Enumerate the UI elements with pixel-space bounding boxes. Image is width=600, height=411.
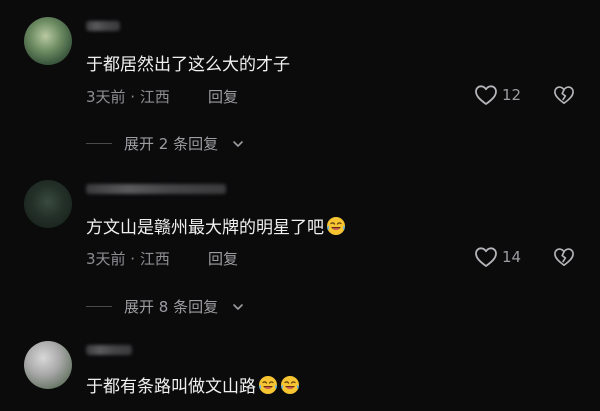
divider-line — [86, 306, 112, 307]
expand-replies-button[interactable]: 展开 8 条回复 — [86, 296, 244, 317]
laughing-tears-emoji — [326, 216, 346, 236]
avatar[interactable] — [24, 341, 72, 389]
laughing-tears-emoji — [258, 375, 278, 395]
comment-text: 方文山是赣州最大牌的明星了吧 — [86, 213, 346, 238]
comment-text: 于都居然出了这么大的才子 — [86, 55, 290, 75]
expand-label: 展开 8 条回复 — [124, 298, 219, 316]
heart-outline-icon — [474, 246, 498, 268]
chevron-down-icon — [232, 138, 244, 150]
like-button[interactable]: 14 — [474, 246, 521, 268]
broken-heart-icon[interactable] — [553, 247, 575, 267]
avatar[interactable] — [24, 180, 72, 228]
comment-text: 于都有条路叫做文山路 — [86, 372, 300, 397]
comment-meta: 3天前 · 江西 — [86, 250, 170, 268]
broken-heart-icon[interactable] — [553, 85, 575, 105]
like-count: 12 — [502, 86, 522, 104]
like-button[interactable]: 12 — [474, 84, 521, 106]
heart-outline-icon — [474, 84, 498, 106]
comment-meta: 3天前 · 江西 — [86, 88, 170, 106]
username-blurred[interactable] — [86, 345, 132, 355]
chevron-down-icon — [232, 301, 244, 313]
like-count: 14 — [502, 248, 522, 266]
username-blurred[interactable] — [86, 21, 120, 31]
expand-replies-button[interactable]: 展开 2 条回复 — [86, 133, 244, 154]
comment-text-content: 方文山是赣州最大牌的明星了吧 — [86, 218, 324, 238]
divider-line — [86, 143, 112, 144]
laughing-tears-emoji — [280, 375, 300, 395]
reply-button[interactable]: 回复 — [208, 248, 238, 269]
username-blurred[interactable] — [86, 184, 226, 194]
reply-button[interactable]: 回复 — [208, 86, 238, 107]
avatar[interactable] — [24, 17, 72, 65]
expand-label: 展开 2 条回复 — [124, 135, 219, 153]
comment-text-content: 于都有条路叫做文山路 — [86, 377, 256, 397]
